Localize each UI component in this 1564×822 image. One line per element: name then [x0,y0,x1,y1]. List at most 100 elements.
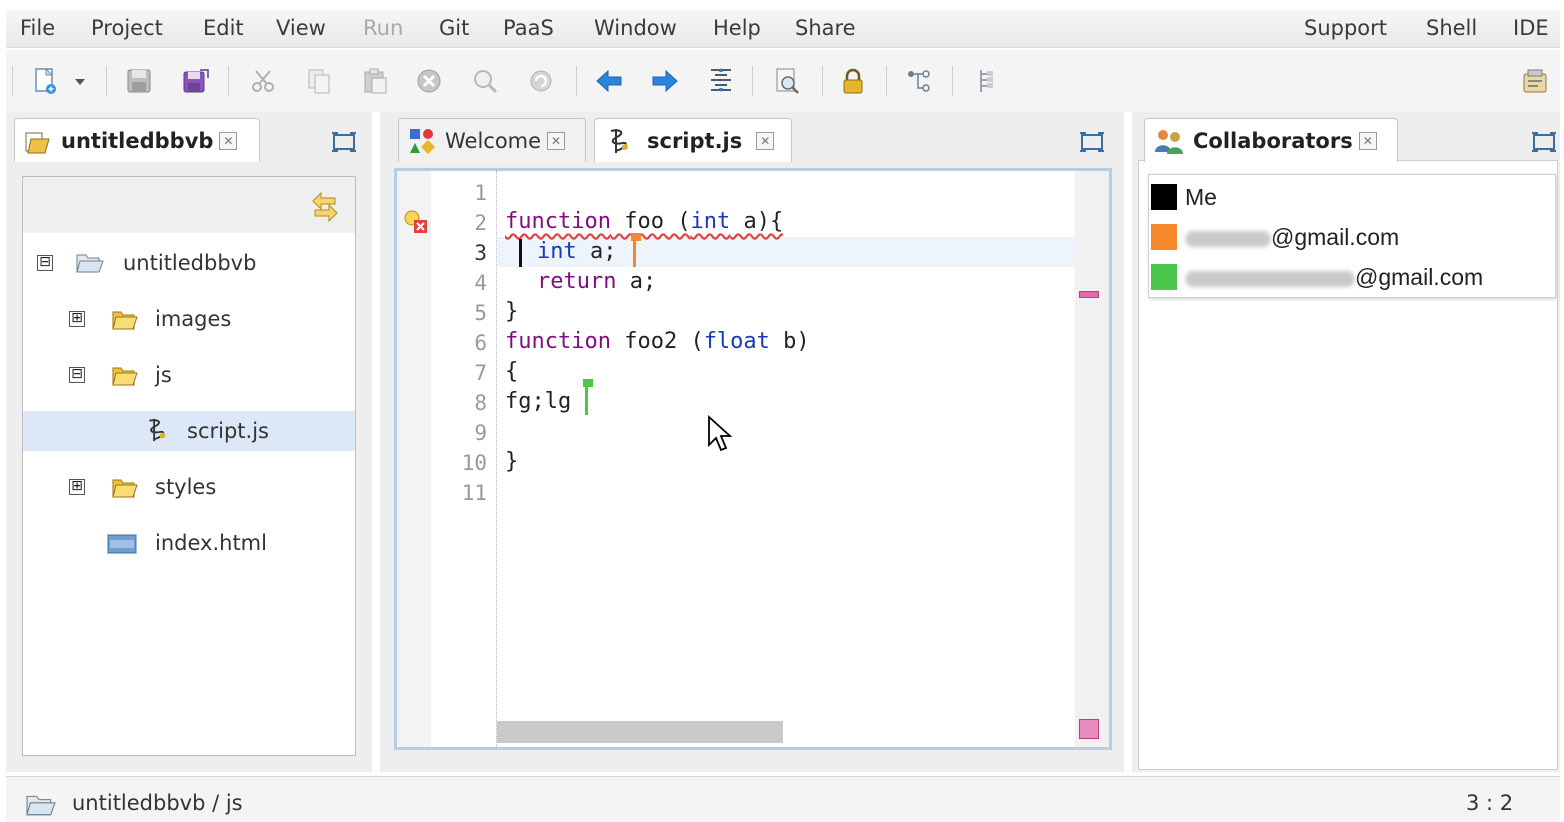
collapse-icon[interactable]: ⊟ [69,367,85,383]
menu-view[interactable]: View [276,16,326,40]
menu-shell[interactable]: Shell [1426,16,1477,40]
folder-open-icon [26,795,56,816]
preview-icon[interactable] [770,64,804,98]
menu-paas[interactable]: PaaS [503,16,554,40]
tree-item-script-js[interactable]: script.js [23,411,355,451]
toolbar-separator [106,66,107,96]
menu-share[interactable]: Share [795,16,856,40]
format-icon[interactable] [704,64,738,98]
line-number: 6 [474,331,487,355]
tab-label: Collaborators [1193,128,1353,153]
tree-item-images[interactable]: ⊞ images [23,299,355,339]
change-marker[interactable] [1079,291,1099,298]
vertical-scrollbar[interactable] [1075,171,1109,747]
menu-ide[interactable]: IDE [1513,16,1549,40]
save-icon[interactable] [122,64,156,98]
menu-project[interactable]: Project [91,16,163,40]
keyword-token: function [505,329,611,354]
html-file-icon [107,534,137,554]
mouse-pointer-icon [708,415,733,452]
close-icon[interactable]: ✕ [219,131,238,150]
status-path: untitledbbvb / js [72,791,243,815]
collaborator-cursor-green [585,387,588,415]
code-line-8: fg;lg [505,389,572,414]
code-line-2: function foo (int a){ [505,209,783,234]
code-line-4: return a; [537,269,656,294]
toolbar-separator [12,66,13,96]
dropdown-arrow-icon[interactable] [70,64,90,98]
horizontal-scrollbar-thumb[interactable] [497,721,783,743]
close-icon[interactable]: ✕ [1358,131,1377,150]
tab-collaborators[interactable]: Collaborators ✕ [1144,118,1398,162]
back-arrow-icon[interactable] [592,64,626,98]
copy-icon[interactable] [302,64,336,98]
outline-icon[interactable] [968,64,1002,98]
tree-item-styles[interactable]: ⊞ styles [23,467,355,507]
maximize-panel-icon[interactable] [1078,130,1106,154]
overview-marker[interactable] [1079,719,1099,739]
tab-welcome[interactable]: Welcome ✕ [398,118,586,162]
collaborator-item[interactable]: @gmail.com [1149,257,1555,297]
stop-icon[interactable] [412,64,446,98]
tab-project[interactable]: untitledbbvb ✕ [14,118,260,162]
code-token: a; [616,269,657,294]
toolbar-separator [576,66,577,96]
lock-icon[interactable] [836,64,870,98]
ide-settings-icon[interactable] [1518,64,1552,98]
menu-window[interactable]: Window [594,16,677,40]
code-line-7: { [505,359,519,384]
line-number: 10 [461,451,487,475]
tree-header [23,177,355,233]
folder-icon [112,311,138,330]
menu-file[interactable]: File [20,16,55,40]
close-icon[interactable]: ✕ [756,131,775,150]
collapse-icon[interactable]: ⊟ [37,255,53,271]
tree-item-js[interactable]: ⊟ js [23,355,355,395]
menu-git[interactable]: Git [439,16,469,40]
tree-item-label: images [155,307,232,331]
maximize-panel-icon[interactable] [330,130,358,154]
save-all-icon[interactable] [178,64,212,98]
error-marker-icon[interactable] [403,209,429,235]
collaborator-item[interactable]: Me [1149,177,1555,217]
project-tree: ⊟ untitledbbvb ⊞ images ⊟ js script.js ⊞… [22,176,356,756]
git-branch-icon[interactable] [902,64,936,98]
menu-support[interactable]: Support [1304,16,1387,40]
cut-icon[interactable] [246,64,280,98]
collaborator-item[interactable]: @gmail.com [1149,217,1555,257]
refresh-icon[interactable] [524,64,558,98]
menu-help[interactable]: Help [713,16,761,40]
code-line-5: } [505,299,519,324]
line-number: 4 [474,271,487,295]
toolbar-separator [886,66,887,96]
expand-icon[interactable]: ⊞ [69,311,85,327]
collaborators-list: Me @gmail.com @gmail.com [1148,174,1556,298]
code-line-10: } [505,449,519,474]
code-token: foo2 ( [610,329,704,354]
link-with-editor-icon[interactable] [309,189,341,223]
menu-edit[interactable]: Edit [203,16,244,40]
collaborator-cursor-orange [633,239,636,267]
keyword-token: return [537,269,617,294]
menu-run[interactable]: Run [363,16,403,40]
tab-label: Welcome [445,128,542,153]
paste-icon[interactable] [358,64,392,98]
find-icon[interactable] [468,64,502,98]
expand-icon[interactable]: ⊞ [69,479,85,495]
toolbar-separator [822,66,823,96]
forward-arrow-icon[interactable] [648,64,682,98]
tab-script-js[interactable]: script.js ✕ [594,118,792,162]
maximize-panel-icon[interactable] [1530,130,1558,154]
line-number: 2 [474,211,487,235]
tree-item-project-root[interactable]: ⊟ untitledbbvb [23,243,355,283]
line-number: 11 [461,481,487,505]
code-editor[interactable]: 1 2 3 4 5 6 7 8 9 10 11 function foo (in… [394,168,1112,750]
close-icon[interactable]: ✕ [547,131,566,150]
new-file-icon[interactable] [28,64,62,98]
code-token: a; [576,239,617,264]
menu-bar: File Project Edit View Run Git PaaS Wind… [6,10,1560,48]
status-bar: untitledbbvb / js 3 : 2 [6,776,1560,822]
annotation-gutter [397,171,431,747]
code-token: b) [769,329,810,354]
tree-item-index-html[interactable]: index.html [23,523,355,563]
